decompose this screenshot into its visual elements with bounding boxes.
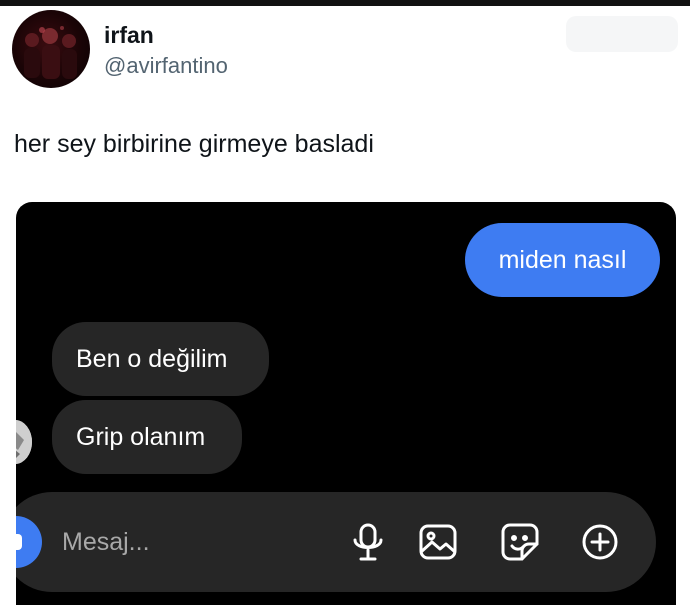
tweet-header: irfan @avirfantino	[12, 10, 678, 90]
message-incoming: Ben o değilim	[52, 322, 269, 396]
message-input[interactable]: Mesaj...	[62, 528, 150, 557]
author-avatar[interactable]	[12, 10, 90, 88]
sender-avatar	[16, 420, 32, 464]
author-handle[interactable]: @avirfantino	[104, 53, 228, 79]
chat-screenshot: miden nasıl Ben o değilim Grip olanım Me…	[16, 202, 676, 605]
message-outgoing: miden nasıl	[465, 223, 660, 297]
message-incoming: Grip olanım	[52, 400, 242, 474]
tweet-text: her sey birbirine girmeye basladi	[14, 130, 374, 158]
top-edge-bar	[0, 0, 690, 6]
blurred-header-control	[566, 16, 678, 52]
plus-icon[interactable]	[578, 520, 622, 564]
sticker-icon[interactable]	[498, 520, 542, 564]
author-name[interactable]: irfan	[104, 22, 154, 49]
microphone-icon[interactable]	[346, 520, 390, 564]
message-composer: Mesaj...	[16, 492, 656, 592]
camera-icon[interactable]	[16, 516, 42, 568]
gallery-icon[interactable]	[416, 520, 460, 564]
